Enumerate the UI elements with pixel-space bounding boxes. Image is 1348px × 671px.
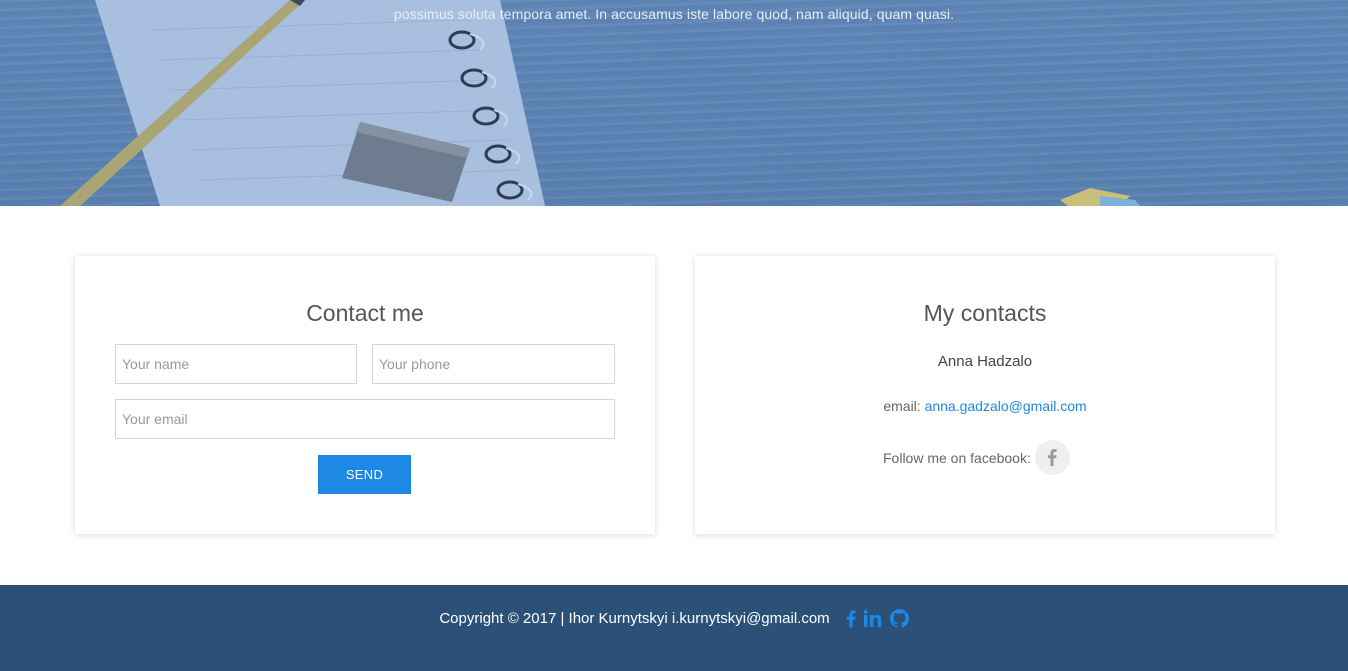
hero-banner: possimus soluta tempora amet. In accusam… <box>0 0 1348 206</box>
email-link[interactable]: anna.gadzalo@gmail.com <box>925 398 1087 414</box>
linkedin-icon[interactable] <box>863 610 882 627</box>
footer-social-icons <box>838 609 909 628</box>
facebook-icon[interactable] <box>846 610 856 628</box>
contact-name: Anna Hadzalo <box>937 353 1033 370</box>
github-icon[interactable] <box>889 609 909 628</box>
facebook-icon[interactable] <box>1034 440 1070 475</box>
contact-form-title: Contact me <box>306 300 424 326</box>
email-label: email: <box>883 398 925 414</box>
name-input[interactable] <box>115 344 357 384</box>
footer-copyright: Copyright © 2017 | Ihor Kurnytskyi i.kur… <box>439 610 830 627</box>
follow-label: Follow me on facebook: <box>883 449 1031 466</box>
my-contacts-title: My contacts <box>923 300 1047 326</box>
send-button[interactable]: SEND <box>318 455 411 494</box>
contact-email-row: email: anna.gadzalo@gmail.com <box>695 398 1275 414</box>
email-input[interactable] <box>115 399 615 439</box>
follow-row: Follow me on facebook: <box>883 440 1070 475</box>
hero-image <box>60 0 1140 206</box>
hero-text: possimus soluta tempora amet. In accusam… <box>393 6 955 22</box>
phone-input[interactable] <box>372 344 615 384</box>
contact-form-card: Contact me SEND <box>75 256 655 534</box>
my-contacts-card: My contacts Anna Hadzalo email: anna.gad… <box>695 256 1275 534</box>
footer: Copyright © 2017 | Ihor Kurnytskyi i.kur… <box>0 585 1348 671</box>
footer-content: Copyright © 2017 | Ihor Kurnytskyi i.kur… <box>439 609 909 628</box>
